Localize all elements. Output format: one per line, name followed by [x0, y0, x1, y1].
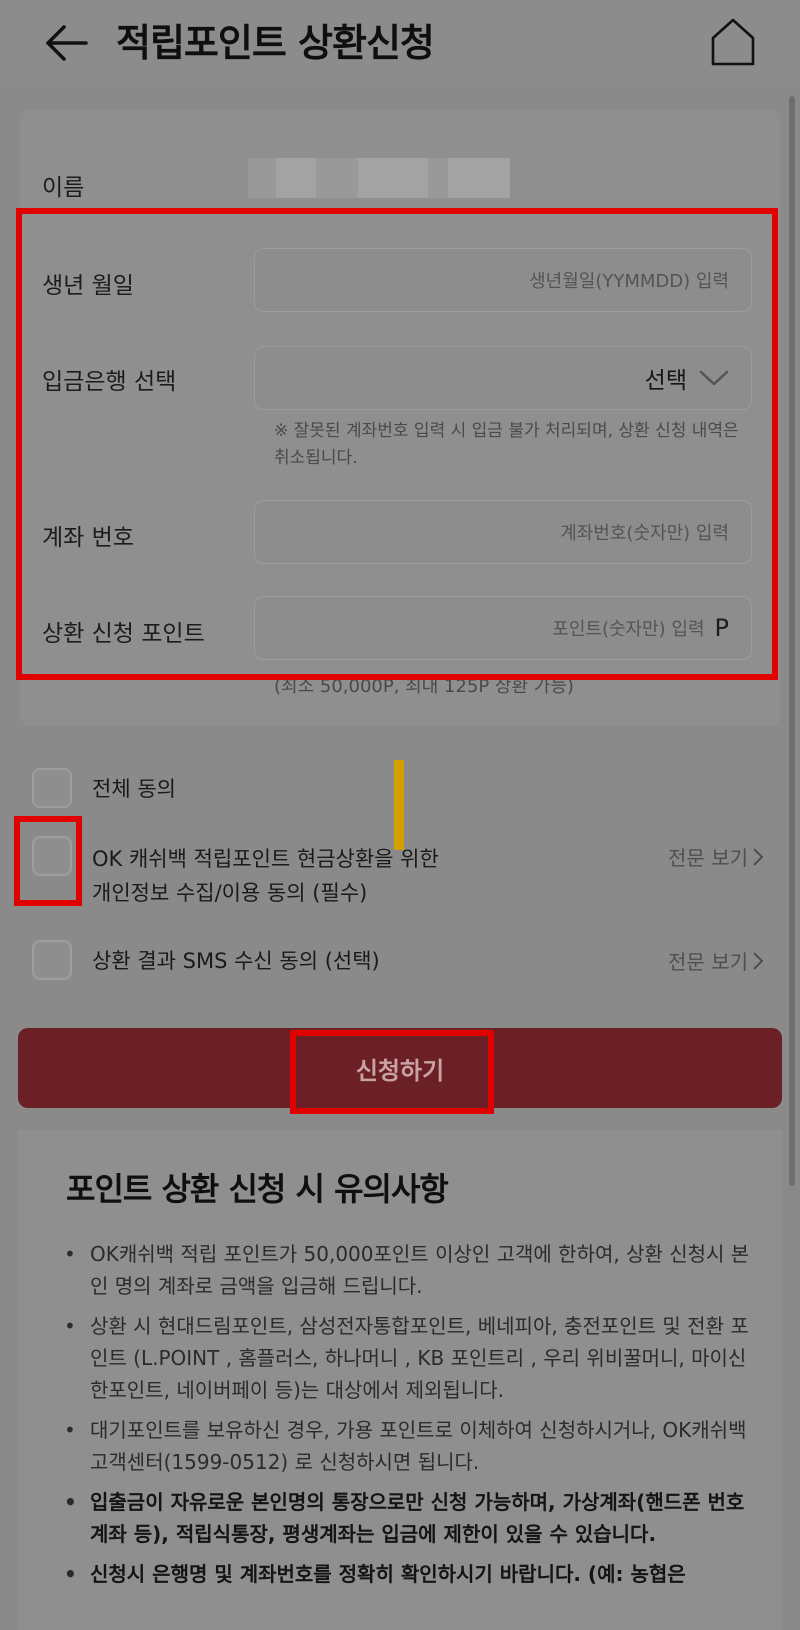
sms-view-link[interactable]: 전문 보기: [668, 946, 764, 975]
scrollbar[interactable]: [789, 96, 795, 1186]
notice-item: 입출금이 자유로운 본인명의 통장으로만 신청 가능하며, 가상계좌(핸드폰 번…: [60, 1486, 750, 1550]
highlight-box-submit: [290, 1030, 494, 1114]
notice-item: 대기포인트를 보유하신 경우, 가용 포인트로 이체하여 신청하시거나, OK캐…: [60, 1414, 750, 1478]
home-icon[interactable]: [708, 16, 758, 68]
sms-agree-checkbox[interactable]: [32, 940, 72, 980]
back-arrow-icon[interactable]: [42, 20, 92, 66]
page-title: 적립포인트 상환신청: [116, 21, 435, 65]
notice-title: 포인트 상환 신청 시 유의사항: [66, 1170, 449, 1208]
agree-all-label: 전체 동의: [92, 777, 176, 801]
highlight-box-form: [16, 208, 778, 680]
notice-item: 상환 시 현대드림포인트, 삼성전자통합포인트, 베네피아, 충전포인트 및 전…: [60, 1310, 750, 1406]
view-label: 전문 보기: [668, 950, 748, 974]
app-header: 적립포인트 상환신청: [0, 0, 800, 88]
chevron-right-icon: [753, 951, 764, 970]
notice-list: OK캐쉬백 적립 포인트가 50,000포인트 이상인 고객에 한하여, 상환 …: [60, 1238, 750, 1598]
privacy-agree-label: OK 캐쉬백 적립포인트 현금상환을 위한 개인정보 수집/이용 동의 (필수): [92, 847, 439, 905]
view-label: 전문 보기: [668, 846, 748, 870]
privacy-view-link[interactable]: 전문 보기: [668, 842, 764, 871]
scroll-marker: [394, 760, 404, 850]
notice-item: OK캐쉬백 적립 포인트가 50,000포인트 이상인 고객에 한하여, 상환 …: [60, 1238, 750, 1302]
name-label: 이름: [42, 175, 85, 201]
masked-name-value: [248, 158, 510, 198]
sms-agree-label: 상환 결과 SMS 수신 동의 (선택): [92, 949, 380, 973]
agree-all-checkbox[interactable]: [32, 768, 72, 808]
notice-item: 신청시 은행명 및 계좌번호를 정확히 확인하시기 바랍니다. (예: 농협은: [60, 1558, 750, 1590]
chevron-right-icon: [753, 847, 764, 866]
highlight-box-checkbox: [14, 816, 82, 906]
